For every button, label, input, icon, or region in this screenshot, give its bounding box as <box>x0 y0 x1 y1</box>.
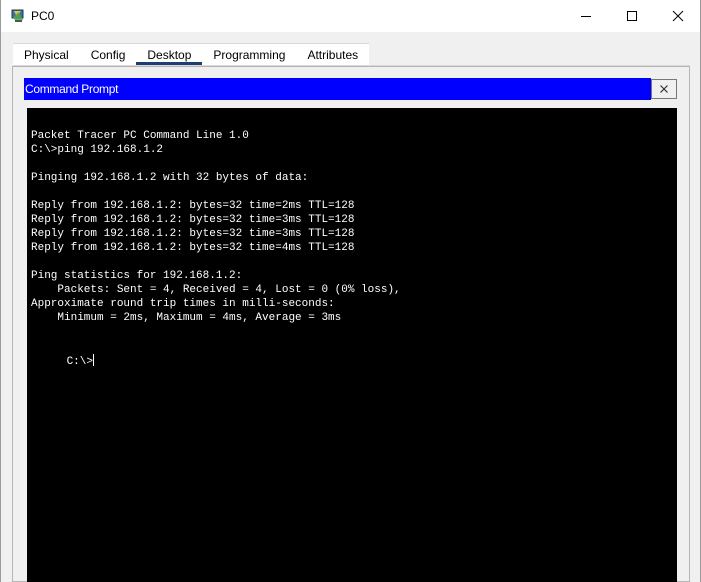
terminal-line: Minimum = 2ms, Maximum = 4ms, Average = … <box>31 312 342 324</box>
maximize-icon <box>627 11 637 21</box>
terminal-prompt-line[interactable]: C:\> <box>31 339 401 368</box>
pc0-window: PC0 Physical Config Desktop Programming … <box>0 0 701 582</box>
terminal-line: Ping statistics for 192.168.1.2: <box>31 270 243 282</box>
minimize-button[interactable] <box>563 0 609 32</box>
terminal-line: Reply from 192.168.1.2: bytes=32 time=4m… <box>31 242 355 254</box>
close-button[interactable] <box>655 0 701 32</box>
tab-attributes[interactable]: Attributes <box>296 43 370 65</box>
terminal-prompt: C:\> <box>66 356 93 368</box>
tab-programming[interactable]: Programming <box>202 43 297 65</box>
terminal-lines: Packet Tracer PC Command Line 1.0 C:\>pi… <box>31 129 401 368</box>
tab-physical[interactable]: Physical <box>13 43 80 65</box>
tab-bar: Physical Config Desktop Programming Attr… <box>13 43 370 66</box>
title-bar[interactable]: PC0 <box>1 0 700 32</box>
tab-desktop[interactable]: Desktop <box>136 43 203 65</box>
terminal-line: Packet Tracer PC Command Line 1.0 <box>31 130 249 142</box>
terminal-line: Reply from 192.168.1.2: bytes=32 time=3m… <box>31 228 355 240</box>
window-title: PC0 <box>31 9 55 23</box>
command-prompt-header: Command Prompt <box>24 78 651 100</box>
close-icon <box>672 10 684 22</box>
command-prompt-title: Command Prompt <box>25 82 119 96</box>
tab-config[interactable]: Config <box>79 43 137 65</box>
close-icon <box>660 85 668 93</box>
maximize-button[interactable] <box>609 0 655 32</box>
command-prompt-close-button[interactable] <box>651 79 677 99</box>
terminal-line: C:\>ping 192.168.1.2 <box>31 144 164 156</box>
text-cursor <box>92 354 94 366</box>
terminal-line: Pinging 192.168.1.2 with 32 bytes of dat… <box>31 172 309 184</box>
minimize-icon <box>581 16 591 17</box>
packet-tracer-pc-icon <box>11 9 24 22</box>
terminal-output[interactable]: Packet Tracer PC Command Line 1.0 C:\>pi… <box>27 108 677 582</box>
terminal-line: Approximate round trip times in milli-se… <box>31 298 335 310</box>
terminal-line: Reply from 192.168.1.2: bytes=32 time=3m… <box>31 214 355 226</box>
terminal-line: Reply from 192.168.1.2: bytes=32 time=2m… <box>31 200 355 212</box>
terminal-line: Packets: Sent = 4, Received = 4, Lost = … <box>31 284 401 296</box>
